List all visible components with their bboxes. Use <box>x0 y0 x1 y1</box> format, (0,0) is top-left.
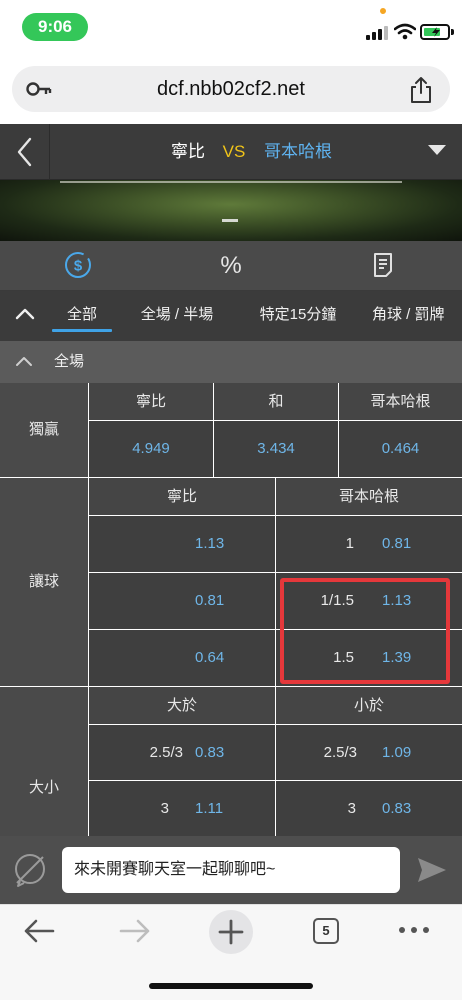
more-dots-icon[interactable] <box>398 926 430 934</box>
away-team-name: 哥本哈根 <box>264 142 332 161</box>
under-cell[interactable]: 3 0.83 <box>276 781 462 836</box>
tab-full-half-time[interactable]: 全場 / 半場 <box>130 291 224 341</box>
chevron-up-icon[interactable] <box>14 354 34 368</box>
odds-value: 0.83 <box>195 744 225 761</box>
pitch-mark <box>222 219 238 222</box>
battery-nub <box>451 29 454 35</box>
plus-icon <box>218 919 244 945</box>
new-tab-button[interactable] <box>209 910 253 954</box>
vs-label: VS <box>222 142 246 161</box>
percent-icon[interactable]: % <box>210 249 252 283</box>
handicap-away-cell[interactable]: 1 0.81 <box>276 516 462 572</box>
document-icon[interactable] <box>372 252 394 278</box>
wifi-icon <box>394 23 416 40</box>
tab-specific-15-min[interactable]: 特定15分鐘 <box>246 291 350 341</box>
odds-value: 1.09 <box>382 744 412 761</box>
column-header: 寧比 <box>89 478 275 515</box>
total-line: 2.5/3 <box>149 744 183 761</box>
tab-count-button[interactable]: 5 <box>313 918 339 944</box>
tab-all[interactable]: 全部 <box>52 291 112 341</box>
odds-cell-draw[interactable]: 3.434 <box>214 421 338 477</box>
home-team-name: 寧比 <box>171 142 205 161</box>
handicap-home-cell[interactable]: 0.81 <box>89 573 275 629</box>
odds-value: 0.81 <box>195 592 225 609</box>
cellular-signal-icon <box>366 26 388 40</box>
odds-cell-home-win[interactable]: 4.949 <box>89 421 213 477</box>
market-label-cell: 大小 <box>0 687 88 836</box>
tab-corners-cards[interactable]: 角球 / 罰牌 <box>372 291 462 341</box>
chat-input[interactable]: 來未開賽聊天室一起聊聊吧~ <box>62 847 400 893</box>
column-header: 寧比 <box>89 383 213 420</box>
total-line: 3 <box>347 800 356 817</box>
home-indicator <box>149 983 313 989</box>
battery-icon <box>420 24 450 40</box>
odds-value: 1.13 <box>195 535 225 552</box>
back-button[interactable] <box>0 124 50 180</box>
column-header: 和 <box>214 383 338 420</box>
total-line: 3 <box>160 800 169 817</box>
highlight-box <box>280 578 450 684</box>
odds-value: 1.11 <box>195 800 224 817</box>
dollar-coin-icon[interactable]: $ <box>64 251 92 279</box>
market-label-cell: 讓球 <box>0 478 88 686</box>
market-label-cell: 獨贏 <box>0 383 88 477</box>
pitch-line <box>60 181 402 183</box>
handicap-home-cell[interactable]: 0.64 <box>89 630 275 686</box>
odds-value: 0.64 <box>195 649 225 666</box>
arrow-left-icon[interactable] <box>22 916 56 946</box>
chevron-up-icon[interactable] <box>14 306 36 322</box>
odds-value: 0.81 <box>382 535 412 552</box>
pitch-banner <box>0 180 462 241</box>
odds-value: 0.83 <box>382 800 412 817</box>
chevron-down-icon[interactable] <box>428 145 446 155</box>
svg-text:$: $ <box>74 258 83 275</box>
odds-cell-away-win[interactable]: 0.464 <box>339 421 462 477</box>
market-label-moneyline: 獨贏 <box>28 421 59 438</box>
handicap-line: 1 <box>345 535 354 552</box>
section-title: 全場 <box>54 353 85 370</box>
send-icon[interactable] <box>416 855 448 885</box>
handicap-home-cell[interactable]: 1.13 <box>89 516 275 572</box>
column-header: 哥本哈根 <box>339 383 462 420</box>
over-cell[interactable]: 2.5/3 0.83 <box>89 725 275 780</box>
url-text[interactable]: dcf.nbb02cf2.net <box>100 66 362 112</box>
arrow-right-icon[interactable] <box>118 916 152 946</box>
status-time: 9:06 <box>22 13 88 41</box>
share-icon[interactable] <box>408 76 434 104</box>
market-label-handicap: 讓球 <box>28 573 59 590</box>
privacy-indicator-icon <box>380 8 386 14</box>
chevron-left-icon <box>17 137 32 167</box>
key-icon[interactable] <box>26 80 52 98</box>
total-line: 2.5/3 <box>323 744 357 761</box>
column-header: 小於 <box>276 687 462 724</box>
active-tab-indicator <box>52 329 112 332</box>
chat-muted-icon[interactable] <box>12 852 48 888</box>
column-header: 哥本哈根 <box>276 478 462 515</box>
over-cell[interactable]: 3 1.11 <box>89 781 275 836</box>
column-header: 大於 <box>89 687 275 724</box>
under-cell[interactable]: 2.5/3 1.09 <box>276 725 462 780</box>
market-label-over-under: 大小 <box>28 779 59 796</box>
